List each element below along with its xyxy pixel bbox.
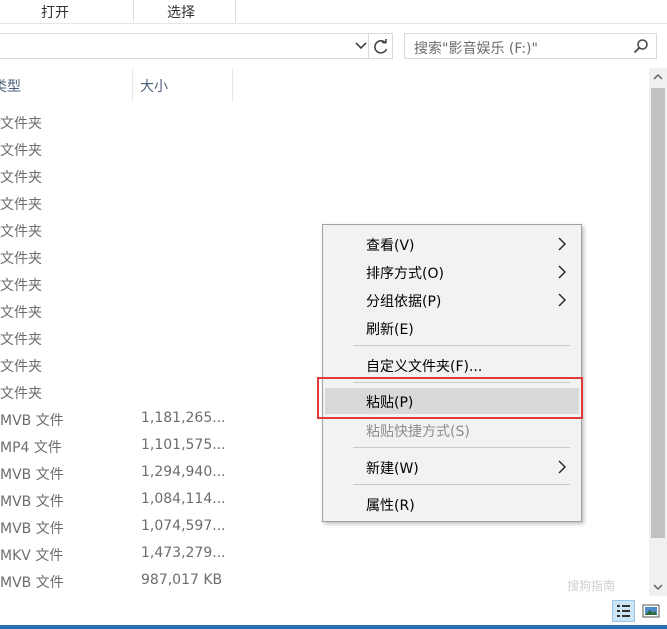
menu-item-label: 属性(R) <box>366 498 415 514</box>
file-type: 文件夹 <box>0 170 42 186</box>
scrollbar-thumb[interactable] <box>651 88 665 538</box>
thumbnail-view-icon <box>642 604 660 618</box>
file-type: 文件夹 <box>0 332 42 348</box>
file-type: 文件夹 <box>0 386 42 402</box>
taskbar-edge <box>0 625 667 629</box>
file-row[interactable]: 文件夹 <box>0 137 640 164</box>
menu-item-label: 刷新(E) <box>366 322 414 338</box>
file-type: MVB 文件 <box>0 467 64 483</box>
file-size: 1,473,279... <box>141 545 226 561</box>
menu-item-customize-folder[interactable]: 自定义文件夹(F)... <box>325 352 579 378</box>
ribbon-divider <box>133 0 134 22</box>
details-view-icon <box>617 605 630 617</box>
menu-item-sort-by[interactable]: 排序方式(O) <box>325 259 579 285</box>
file-type: MVB 文件 <box>0 521 64 537</box>
scroll-up-arrow-icon[interactable] <box>649 68 667 86</box>
menu-item-properties[interactable]: 属性(R) <box>325 491 579 517</box>
menu-item-label: 查看(V) <box>366 238 415 254</box>
highlight-annotation <box>317 377 583 419</box>
refresh-button[interactable] <box>369 33 393 59</box>
file-type: MVB 文件 <box>0 575 64 591</box>
file-type: 文件夹 <box>0 116 42 132</box>
file-size: 1,181,265... <box>141 410 226 426</box>
file-size: 1,294,940... <box>141 464 226 480</box>
large-icons-view-button[interactable] <box>640 600 662 622</box>
menu-item-new[interactable]: 新建(W) <box>325 454 579 480</box>
search-placeholder: 搜索"影音娱乐 (F:)" <box>414 41 538 57</box>
file-size: 1,101,575... <box>141 437 226 453</box>
ribbon-divider <box>235 0 236 22</box>
file-row[interactable]: 文件夹 <box>0 110 640 137</box>
file-type: MVB 文件 <box>0 494 64 510</box>
search-input[interactable]: 搜索"影音娱乐 (F:)" <box>404 33 657 59</box>
refresh-icon <box>374 38 388 54</box>
file-size: 987,017 KB <box>141 572 223 588</box>
vertical-scrollbar[interactable] <box>649 68 667 596</box>
column-header-size[interactable]: 大小 <box>140 76 168 96</box>
chevron-right-icon <box>558 293 566 307</box>
ribbon-group-bar: 打开 选择 <box>0 0 667 24</box>
menu-divider <box>353 447 570 448</box>
chevron-right-icon <box>558 460 566 474</box>
file-type: 文件夹 <box>0 305 42 321</box>
file-type: 文件夹 <box>0 197 42 213</box>
menu-item-label: 排序方式(O) <box>366 266 444 282</box>
menu-item-refresh[interactable]: 刷新(E) <box>325 315 579 341</box>
ribbon-group-open: 打开 <box>41 5 69 21</box>
file-type: 文件夹 <box>0 251 42 267</box>
file-type: MVB 文件 <box>0 413 64 429</box>
ribbon-divider <box>0 23 667 24</box>
file-type: 文件夹 <box>0 143 42 159</box>
details-view-button[interactable] <box>612 600 635 622</box>
menu-item-group-by[interactable]: 分组依据(P) <box>325 287 579 313</box>
chevron-right-icon <box>558 237 566 251</box>
file-row[interactable]: 文件夹 <box>0 164 640 191</box>
file-row[interactable]: 文件夹 <box>0 191 640 218</box>
search-icon[interactable] <box>633 38 649 54</box>
menu-divider <box>353 345 570 346</box>
chevron-right-icon <box>558 265 566 279</box>
menu-item-label: 自定义文件夹(F)... <box>366 359 483 375</box>
file-type: MKV 文件 <box>0 548 64 564</box>
menu-item-label: 粘贴快捷方式(S) <box>366 424 470 440</box>
chevron-down-icon[interactable] <box>353 37 369 55</box>
file-size: 1,074,597... <box>141 518 226 534</box>
menu-item-label: 分组依据(P) <box>366 294 442 310</box>
column-divider[interactable] <box>132 68 133 102</box>
file-type: 文件夹 <box>0 224 42 240</box>
menu-divider <box>353 484 570 485</box>
file-size: 1,084,114... <box>141 491 226 507</box>
file-type: MP4 文件 <box>0 440 62 456</box>
context-menu: 查看(V) 排序方式(O) 分组依据(P) 刷新(E) 自定义文件夹(F)...… <box>322 224 582 522</box>
file-row[interactable]: MKV 文件 1,473,279... <box>0 542 640 569</box>
menu-item-label: 新建(W) <box>366 461 419 477</box>
address-bar[interactable] <box>0 33 369 59</box>
watermark: 搜狗指南 <box>567 579 616 593</box>
column-divider[interactable] <box>232 68 233 102</box>
menu-item-paste-shortcut: 粘贴快捷方式(S) <box>325 417 579 443</box>
file-type: 文件夹 <box>0 359 42 375</box>
file-row[interactable]: MVB 文件 987,017 KB <box>0 569 640 596</box>
ribbon-group-select: 选择 <box>167 5 195 21</box>
column-header-type[interactable]: 类型 <box>0 76 21 96</box>
menu-item-view[interactable]: 查看(V) <box>325 231 579 257</box>
scroll-down-arrow-icon[interactable] <box>649 578 667 596</box>
file-type: 文件夹 <box>0 278 42 294</box>
